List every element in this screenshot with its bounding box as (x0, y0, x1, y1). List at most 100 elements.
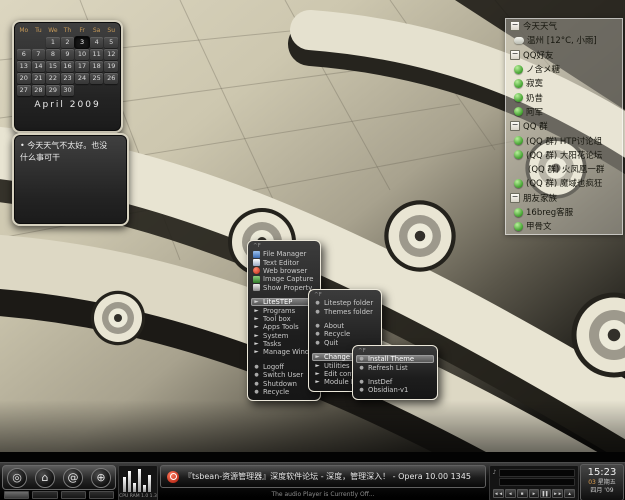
fast-forward-button[interactable]: ►► (552, 489, 563, 498)
menu-item-label: Programs (263, 307, 295, 315)
player-seek-bar[interactable] (499, 478, 575, 486)
menu-item-web-browser[interactable]: Web browser (251, 267, 317, 275)
menu-item-file-manager[interactable]: File Manager (251, 250, 317, 258)
calendar-day-header: Sa (90, 26, 104, 36)
submenu-arrow-icon: ► (314, 362, 321, 370)
menu-item-text-editor[interactable]: Text Editor (251, 258, 317, 266)
calendar-day[interactable]: 26 (104, 73, 118, 84)
calendar-day[interactable]: 16 (61, 61, 75, 72)
menu-item-label: Install Theme (368, 355, 414, 363)
calendar-day[interactable]: 8 (46, 49, 60, 60)
buddy-group-qq-groups[interactable]: − QQ 群 (506, 119, 622, 133)
calendar-day[interactable]: 15 (46, 61, 60, 72)
workspace-cell[interactable] (4, 491, 29, 499)
calendar-day[interactable]: 13 (17, 61, 31, 72)
calendar-day[interactable]: 5 (104, 37, 118, 48)
eject-button[interactable]: ▲ (564, 489, 575, 498)
calendar-day[interactable]: 1 (46, 37, 60, 48)
submenu-arrow-icon: ► (253, 340, 260, 348)
menu-item-litestep-folder[interactable]: ● Litestep folder (312, 299, 378, 307)
browser-launcher-icon[interactable]: ⊕ (91, 468, 111, 488)
menu-item-recycle[interactable]: ● Recycle (312, 330, 378, 338)
calendar-day[interactable]: 4 (90, 37, 104, 48)
workspace-cell[interactable] (61, 491, 86, 499)
workspace-cell[interactable] (89, 491, 114, 499)
buddy-row[interactable]: (QQ 群) HTP讨论组 (506, 133, 622, 147)
meter-bar (138, 469, 141, 492)
menu-item-obsidian-v1[interactable]: ● Obsidian-v1 (356, 386, 434, 394)
rewind-button[interactable]: ◄◄ (493, 489, 504, 498)
stop-button[interactable]: ■ (517, 489, 528, 498)
calendar-day[interactable]: 2 (61, 37, 75, 48)
calendar-day[interactable]: 11 (90, 49, 104, 60)
calendar-day[interactable]: 30 (61, 85, 75, 96)
menu-item-label: Web browser (263, 267, 307, 275)
weather-row[interactable]: 温州 [12°C, 小雨] (506, 33, 622, 47)
meter-bar (123, 477, 126, 492)
calendar-day[interactable]: 29 (46, 85, 60, 96)
qq-contact-icon (514, 222, 523, 231)
buddy-row[interactable]: (QQ 群) 大阳花论坛 (506, 148, 622, 162)
previous-button[interactable]: ◄ (505, 489, 516, 498)
menu-item-install-theme[interactable]: ● Install Theme (356, 355, 434, 363)
buddy-row[interactable]: 16breg客服 (506, 205, 622, 219)
submenu-arrow-icon: ► (314, 370, 321, 378)
calendar-day[interactable]: 23 (61, 73, 75, 84)
calendar-day[interactable]: 25 (90, 73, 104, 84)
calendar-day[interactable]: 9 (61, 49, 75, 60)
calendar-day[interactable]: 27 (17, 85, 31, 96)
buddy-row[interactable]: 奶昔 (506, 90, 622, 104)
collapse-icon[interactable]: − (510, 193, 520, 203)
menu-item-instdef[interactable]: ● InstDef (356, 378, 434, 386)
calendar-day[interactable]: 20 (17, 73, 31, 84)
home-launcher-icon[interactable]: ⌂ (35, 468, 55, 488)
buddy-row[interactable]: (QQ 群) 火凤凰一群 (506, 162, 622, 176)
menu-item-image-capture[interactable]: Image Capture (251, 275, 317, 283)
play-button[interactable]: ► (529, 489, 540, 498)
buddy-label: (QQ 群) 大阳花论坛 (526, 149, 602, 161)
bullet-icon: ● (253, 388, 260, 396)
taskbar-task-button[interactable]: 『tsbean-资源管理器』深度软件论坛 - 深度，管理深入！ - Opera … (160, 465, 486, 488)
buddy-row[interactable]: 寂寞 (506, 76, 622, 90)
calendar-day[interactable]: 10 (75, 49, 89, 60)
calendar-day[interactable]: 19 (104, 61, 118, 72)
calendar-day-header: Su (104, 26, 118, 36)
calendar-day[interactable]: 22 (46, 73, 60, 84)
pause-button[interactable]: ▌▌ (540, 489, 551, 498)
collapse-icon[interactable]: − (510, 21, 520, 31)
calendar-day-selected[interactable]: 3 (75, 37, 89, 48)
menu-item-label: Logoff (263, 363, 284, 371)
meter-bar (148, 475, 151, 492)
menu-item-show-property[interactable]: Show Property (251, 284, 317, 292)
buddy-row[interactable]: 甲骨文 (506, 219, 622, 233)
calendar-day[interactable]: 14 (32, 61, 46, 72)
menu-item-themes-folder[interactable]: ● Themes folder (312, 307, 378, 315)
buddy-row[interactable]: (QQ 群) 魔域也疯狂 (506, 176, 622, 190)
buddy-group-weather[interactable]: − 今天天气 (506, 19, 622, 33)
calendar-day[interactable]: 24 (75, 73, 89, 84)
menu-item-refresh-list[interactable]: ● Refresh List (356, 363, 434, 371)
menu-item-label: Image Capture (263, 275, 313, 283)
collapse-icon[interactable]: − (510, 121, 520, 131)
menu-item-recycle[interactable]: ● Recycle (251, 388, 317, 396)
buddy-group-friends[interactable]: − QQ好友 (506, 48, 622, 62)
buddy-row[interactable]: 阿军 (506, 105, 622, 119)
calendar-day[interactable]: 28 (32, 85, 46, 96)
buddy-group-family[interactable]: − 朋友家族 (506, 191, 622, 205)
opera-launcher-icon[interactable]: ◎ (7, 468, 27, 488)
workspace-cell[interactable] (32, 491, 57, 499)
calendar-day[interactable]: 12 (104, 49, 118, 60)
menu-item-about[interactable]: ● About (312, 322, 378, 330)
menu-item-label: Shutdown (263, 380, 297, 388)
collapse-icon[interactable]: − (510, 50, 520, 60)
bullet-icon: ● (253, 380, 260, 388)
calendar-day[interactable]: 7 (32, 49, 46, 60)
calendar-day[interactable]: 6 (17, 49, 31, 60)
submenu-arrow-icon: ► (253, 323, 260, 331)
mail-launcher-icon[interactable]: @ (63, 468, 83, 488)
calendar-day-header: We (46, 26, 60, 36)
calendar-day[interactable]: 21 (32, 73, 46, 84)
buddy-row[interactable]: ノ含メ糖 (506, 62, 622, 76)
calendar-day[interactable]: 17 (75, 61, 89, 72)
calendar-day[interactable]: 18 (90, 61, 104, 72)
